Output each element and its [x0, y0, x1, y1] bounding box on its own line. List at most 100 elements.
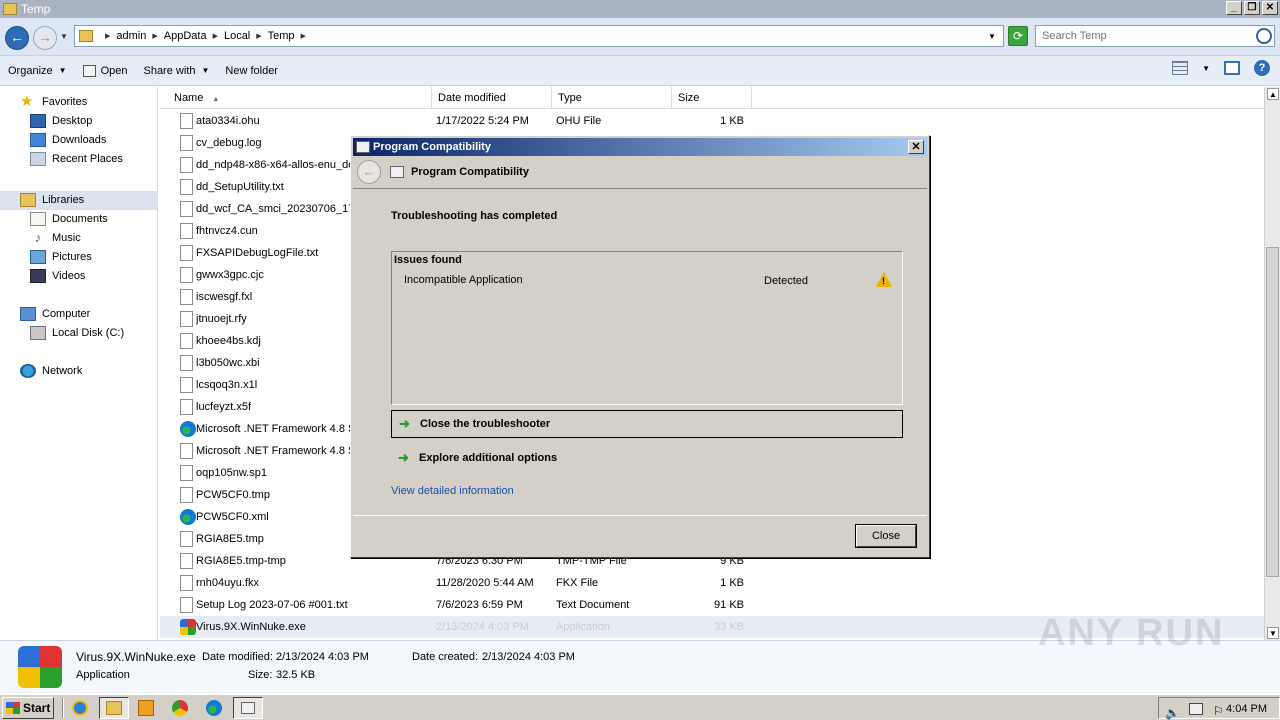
file-row[interactable]: rnh04uyu.fkx 11/28/2020 5:44 AM FKX File 1 … — [160, 572, 1264, 594]
close-troubleshooter-action[interactable]: ➜ Close the troubleshooter — [391, 410, 903, 438]
star-icon: ★ — [20, 93, 34, 110]
column-name[interactable]: Name ▲ — [168, 87, 432, 109]
chevron-icon[interactable]: ▶ — [152, 32, 157, 40]
explorer-taskbar-button[interactable] — [99, 697, 129, 719]
organize-button[interactable]: Organize ▼ — [0, 58, 75, 84]
dialog-close-button[interactable]: Close — [855, 524, 917, 548]
internet-explorer-icon[interactable] — [72, 700, 88, 716]
address-box[interactable]: ▶ admin ▶ AppData ▶ Local ▶ Temp ▶ — [74, 25, 1004, 47]
chevron-icon[interactable]: ▶ — [105, 32, 110, 40]
scroll-up-icon[interactable]: ▲ — [1267, 88, 1279, 100]
organize-label: Organize — [8, 64, 53, 77]
explore-options-action[interactable]: ➜ Explore additional options — [391, 444, 903, 472]
nav-network-label: Network — [42, 365, 83, 377]
nav-local-disk[interactable]: Local Disk (C:) — [30, 326, 124, 340]
search-icon[interactable] — [1256, 28, 1272, 44]
nav-recent-places-label: Recent Places — [52, 153, 123, 165]
file-icon — [180, 135, 193, 151]
media-player-icon[interactable] — [138, 700, 154, 716]
file-icon — [180, 553, 193, 569]
edge-icon[interactable] — [206, 700, 222, 716]
refresh-button[interactable]: ⟳ — [1008, 26, 1028, 46]
open-label: Open — [100, 64, 128, 77]
dialog-header-title: Program Compatibility — [411, 166, 529, 178]
minimize-button[interactable]: _ — [1226, 1, 1242, 15]
recent-pages-dropdown[interactable]: ▼ — [60, 32, 68, 41]
dialog-close-icon[interactable]: ✕ — [908, 140, 924, 154]
vertical-scrollbar[interactable]: ▲ ▼ — [1264, 87, 1280, 640]
file-row[interactable]: ata0334i.ohu 1/17/2022 5:24 PM OHU File 1 K… — [160, 110, 1264, 132]
chrome-icon[interactable] — [172, 700, 188, 716]
nav-music[interactable]: ♪ Music — [30, 231, 81, 245]
file-name: PCW5CF0.xml — [196, 511, 269, 523]
issues-box: Issues found Incompatible Application De… — [391, 251, 903, 405]
breadcrumb-appdata[interactable]: AppData — [164, 30, 207, 42]
nav-network[interactable]: Network — [20, 364, 82, 378]
address-dropdown[interactable]: ▼ — [988, 32, 996, 41]
nav-favorites[interactable]: ★ Favorites — [20, 93, 87, 110]
chevron-icon[interactable]: ▶ — [301, 32, 306, 40]
file-icon — [180, 113, 193, 129]
nav-pictures[interactable]: Pictures — [30, 250, 92, 264]
dialog-body: Troubleshooting has completed Issues fou… — [353, 188, 927, 516]
scroll-down-icon[interactable]: ▼ — [1267, 627, 1279, 639]
column-date[interactable]: Date modified — [432, 87, 552, 109]
recent-places-icon — [30, 152, 46, 166]
search-box[interactable] — [1035, 25, 1275, 47]
taskbar: Start 🔈 ⚐ 4:04 PM — [0, 694, 1280, 720]
volume-icon[interactable]: 🔈 — [1165, 702, 1180, 720]
breadcrumb-local[interactable]: Local — [224, 30, 250, 42]
action-center-flag-icon[interactable]: ⚐ — [1213, 700, 1224, 720]
file-icon — [180, 201, 193, 217]
close-window-button[interactable]: ✕ — [1262, 1, 1278, 15]
view-detailed-information-link[interactable]: View detailed information — [391, 485, 514, 497]
nav-computer-label: Computer — [42, 308, 91, 320]
file-type: Application — [556, 621, 610, 633]
network-tray-icon[interactable] — [1189, 703, 1203, 715]
edge-file-icon — [180, 509, 196, 525]
compatibility-icon — [356, 141, 370, 153]
column-size[interactable]: Size — [672, 87, 752, 109]
clock-time[interactable]: 4:04 PM — [1226, 703, 1267, 715]
breadcrumb-admin[interactable]: admin — [116, 30, 146, 42]
dialog-titlebar: Program Compatibility ✕ — [353, 138, 927, 156]
chevron-down-icon[interactable]: ▼ — [1202, 64, 1210, 73]
forward-button[interactable]: → — [33, 26, 57, 50]
taskbar-separator — [62, 698, 64, 718]
nav-music-label: Music — [52, 232, 81, 244]
file-name: dd_SetupUtility.txt — [196, 181, 284, 193]
compatibility-taskbar-button[interactable] — [233, 697, 263, 719]
file-name: jtnuoejt.rfy — [196, 313, 247, 325]
help-icon[interactable]: ? — [1254, 60, 1270, 76]
folder-icon — [106, 701, 122, 715]
dialog-back-button[interactable]: ← — [357, 160, 381, 184]
music-icon: ♪ — [34, 230, 42, 245]
file-name: Microsoft .NET Framework 4.8 S — [196, 423, 350, 435]
scroll-thumb[interactable] — [1266, 247, 1279, 577]
nav-computer[interactable]: Computer — [20, 307, 90, 321]
nav-videos[interactable]: Videos — [30, 269, 85, 283]
change-view-icon[interactable] — [1172, 61, 1189, 75]
nav-documents[interactable]: Documents — [30, 212, 108, 226]
column-type[interactable]: Type — [552, 87, 672, 109]
issue-status: Detected — [764, 275, 809, 287]
file-size: 91 KB — [714, 599, 744, 611]
share-with-button[interactable]: Share with ▼ — [135, 58, 217, 84]
breadcrumb-temp[interactable]: Temp — [268, 30, 295, 42]
search-input[interactable] — [1036, 26, 1246, 46]
start-button[interactable]: Start — [2, 697, 54, 719]
nav-recent-places[interactable]: Recent Places — [30, 152, 123, 166]
share-with-label: Share with — [143, 64, 196, 77]
chevron-icon[interactable]: ▶ — [213, 32, 218, 40]
restore-button[interactable]: ❐ — [1244, 1, 1260, 15]
preview-pane-icon[interactable] — [1224, 61, 1240, 75]
nav-libraries[interactable]: Libraries — [20, 193, 84, 207]
file-date-modified: 7/6/2023 6:59 PM — [436, 599, 523, 611]
back-button[interactable]: ← — [5, 26, 29, 50]
nav-downloads[interactable]: Downloads — [30, 133, 106, 147]
new-folder-button[interactable]: New folder — [217, 58, 286, 84]
chevron-icon[interactable]: ▶ — [256, 32, 261, 40]
windows-logo-icon — [6, 702, 20, 714]
open-button[interactable]: Open — [75, 58, 136, 84]
nav-desktop[interactable]: Desktop — [30, 114, 92, 128]
